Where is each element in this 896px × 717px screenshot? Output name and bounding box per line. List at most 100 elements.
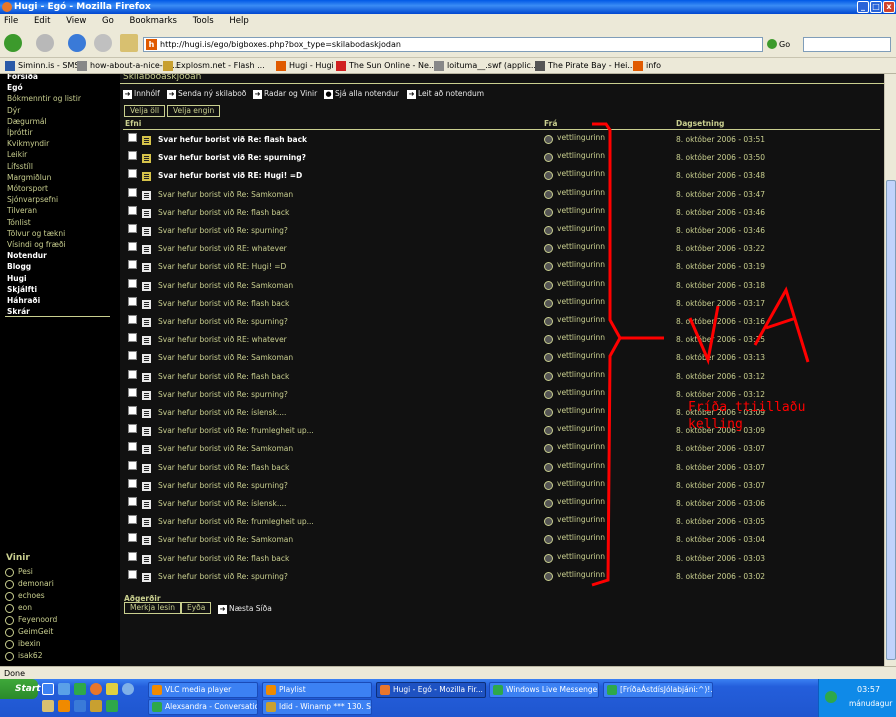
clock-time[interactable]: 03:57 xyxy=(857,685,880,694)
send-message-link[interactable]: ➜ Senda ný skilaboð xyxy=(167,87,246,101)
sidebar-item[interactable]: Mótorsport xyxy=(7,183,48,194)
taskbar-button[interactable]: Idid - Winamp *** 130. S... xyxy=(262,699,372,715)
message-checkbox[interactable] xyxy=(128,315,137,324)
winamp-icon[interactable] xyxy=(90,700,102,712)
menu-bookmarks[interactable]: Bookmarks xyxy=(129,16,177,26)
page-scrollbar[interactable] xyxy=(884,74,896,666)
url-bar[interactable]: h http://hugi.is/ego/bigboxes.php?box_ty… xyxy=(143,37,763,52)
message-checkbox[interactable] xyxy=(128,187,137,197)
message-subject[interactable]: Svar hefur borist við Re: flash back xyxy=(158,299,289,308)
message-sender[interactable]: vettlingurinn xyxy=(544,388,605,399)
message-checkbox[interactable] xyxy=(128,224,137,233)
sidebar-item[interactable]: Íþróttir xyxy=(7,127,33,138)
message-checkbox[interactable] xyxy=(128,442,137,452)
message-row[interactable]: Svar hefur borist við RE: whatever vettli… xyxy=(120,241,884,259)
sidebar-item[interactable]: Leikir xyxy=(7,149,27,160)
message-checkbox[interactable] xyxy=(128,478,137,488)
explorer-icon[interactable] xyxy=(74,700,86,712)
message-row[interactable]: Svar hefur borist við Re: Samkoman vettli… xyxy=(120,532,884,550)
bookmark-item[interactable]: info xyxy=(633,58,661,74)
menu-file[interactable]: File xyxy=(4,16,18,26)
bookmark-item[interactable]: The Pirate Bay - Hei... xyxy=(535,58,635,74)
sidebar-item[interactable]: Skjálfti xyxy=(7,284,37,295)
message-checkbox[interactable] xyxy=(128,260,137,270)
message-sender[interactable]: vettlingurinn xyxy=(544,133,605,144)
message-sender[interactable]: vettlingurinn xyxy=(544,297,605,308)
bookmark-item[interactable]: Siminn.is - SMS xyxy=(5,58,79,74)
media-icon[interactable] xyxy=(42,700,54,712)
bookmark-item[interactable]: loituma__.swf (applic... xyxy=(434,58,539,74)
message-row[interactable]: Svar hefur borist við Re: Samkoman vettli… xyxy=(120,278,884,296)
message-subject[interactable]: Svar hefur borist við Re: flash back xyxy=(158,463,289,472)
menu-go[interactable]: Go xyxy=(102,16,114,26)
message-sender[interactable]: vettlingurinn xyxy=(544,424,605,436)
message-row[interactable]: Svar hefur borist við Re: flash back vett… xyxy=(120,551,884,569)
ie-icon[interactable] xyxy=(58,683,70,695)
search-users-link[interactable]: ➜ Leit að notendum xyxy=(407,87,484,101)
message-subject[interactable]: Svar hefur borist við RE: whatever xyxy=(158,335,287,344)
sidebar-item[interactable]: Kvikmyndir xyxy=(7,138,49,149)
message-row[interactable]: Svar hefur borist við Re: flash back vett… xyxy=(120,296,884,314)
message-row[interactable]: Svar hefur borist við Re: Samkoman vettli… xyxy=(120,441,884,459)
friend-item[interactable]: eon xyxy=(5,602,32,614)
message-sender[interactable]: vettlingurinn xyxy=(544,242,605,254)
friend-item[interactable]: demonari xyxy=(5,578,54,590)
friend-item[interactable]: Feyenoord xyxy=(5,614,57,626)
message-checkbox[interactable] xyxy=(128,151,137,161)
message-sender[interactable]: vettlingurinn xyxy=(544,206,605,217)
message-sender[interactable]: vettlingurinn xyxy=(544,406,605,417)
message-checkbox[interactable] xyxy=(128,497,137,506)
message-row[interactable]: Svar hefur borist við Re: flash back vett… xyxy=(120,369,884,387)
message-subject[interactable]: Svar hefur borist við Re: flash back xyxy=(158,208,289,217)
search-box[interactable] xyxy=(803,37,891,52)
messenger-tray-icon[interactable] xyxy=(825,691,837,703)
sidebar-item[interactable]: Skrár xyxy=(7,306,30,317)
bookmark-item[interactable]: Hugi - Hugi xyxy=(276,58,334,74)
message-checkbox[interactable] xyxy=(128,569,137,579)
message-row[interactable]: Svar hefur borist við Re: spurning? vettl… xyxy=(120,223,884,241)
friend-item[interactable]: ibexin xyxy=(5,638,41,650)
message-subject[interactable]: Svar hefur borist við Re: flash back xyxy=(158,554,289,563)
stop-button[interactable] xyxy=(94,34,112,52)
select-none-button[interactable]: Velja engin xyxy=(167,105,221,117)
folder-icon[interactable] xyxy=(106,683,118,695)
search-icon[interactable] xyxy=(122,683,134,695)
message-sender[interactable]: vettlingurinn xyxy=(544,570,605,581)
message-row[interactable]: Svar hefur borist við Re: Samkoman vettli… xyxy=(120,187,884,205)
message-row[interactable]: Svar hefur borist við Re: íslensk.... vet… xyxy=(120,496,884,514)
message-sender[interactable]: vettlingurinn xyxy=(544,260,605,272)
sidebar-item[interactable]: Dýr xyxy=(7,105,20,116)
all-users-link[interactable]: ● Sjá alla notendur xyxy=(324,87,399,101)
sidebar-item[interactable]: Notendur xyxy=(7,250,47,261)
friend-item[interactable]: isak62 xyxy=(5,650,42,662)
message-row[interactable]: Svar hefur borist við RE: whatever vettli… xyxy=(120,332,884,350)
message-subject[interactable]: Svar hefur borist við Re: flash back xyxy=(158,372,289,381)
firefox-icon[interactable] xyxy=(90,683,102,695)
messenger-icon[interactable] xyxy=(74,683,86,695)
mark-read-button[interactable]: Merkja lesin xyxy=(124,602,182,614)
message-subject[interactable]: Svar hefur borist við Re: spurning? xyxy=(158,390,288,399)
sidebar-item[interactable]: Háhraði xyxy=(7,295,40,306)
message-checkbox[interactable] xyxy=(128,242,137,252)
message-sender[interactable]: vettlingurinn xyxy=(544,370,605,381)
message-subject[interactable]: Svar hefur borist við Re: spurning? xyxy=(158,481,288,490)
message-subject[interactable]: Svar hefur borist við Re: Samkoman xyxy=(158,190,293,199)
message-subject[interactable]: Svar hefur borist við Re: spurning? xyxy=(158,572,288,581)
message-sender[interactable]: vettlingurinn xyxy=(544,515,605,527)
close-button[interactable]: x xyxy=(883,1,895,13)
message-row[interactable]: Svar hefur borist við Re: spurning? vettl… xyxy=(120,314,884,332)
menu-view[interactable]: View xyxy=(66,16,86,26)
message-subject[interactable]: Svar hefur borist við Re: íslensk.... xyxy=(158,408,286,417)
message-sender[interactable]: vettlingurinn xyxy=(544,479,605,490)
taskbar-button[interactable]: [FríðaÁstdísJólabjáni:^)!... xyxy=(603,682,713,698)
menu-edit[interactable]: Edit xyxy=(34,16,50,26)
sidebar-item[interactable]: Lífsstíll xyxy=(7,161,33,172)
message-subject[interactable]: Svar hefur borist við Re: Samkoman xyxy=(158,444,293,453)
message-sender[interactable]: vettlingurinn xyxy=(544,351,605,363)
message-subject[interactable]: Svar hefur borist við RE: Hugi! =D xyxy=(158,171,302,180)
back-button[interactable] xyxy=(4,34,22,52)
message-sender[interactable]: vettlingurinn xyxy=(544,169,605,181)
sidebar-item[interactable]: Dægurmál xyxy=(7,116,47,127)
menu-help[interactable]: Help xyxy=(229,16,248,26)
message-checkbox[interactable] xyxy=(128,333,137,343)
